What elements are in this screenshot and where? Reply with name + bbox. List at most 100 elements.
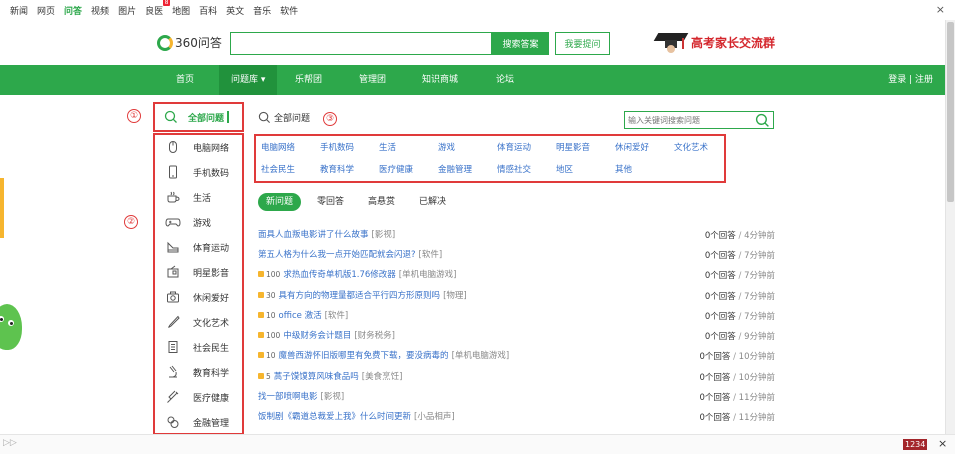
list-item[interactable]: 10 office 激活 [软件] 0个回答 / 7分钟前 [258, 307, 775, 323]
category-link[interactable]: 明星影音 [556, 141, 590, 153]
sidebar-item-education[interactable]: 教育科学 [165, 364, 229, 380]
sidebar-item-health[interactable]: 医疗健康 [165, 389, 229, 405]
category-link[interactable]: 社会民生 [261, 163, 295, 175]
tab-new-questions[interactable]: 新问题 [258, 193, 302, 211]
question-title[interactable]: 中级财务会计题目 [283, 329, 351, 341]
category-link[interactable]: 文化艺术 [674, 141, 708, 153]
logo[interactable]: 360问答 [157, 34, 222, 51]
tab-solved[interactable]: 已解决 [419, 193, 446, 211]
ask-question-button[interactable]: 我要提问 [555, 32, 610, 55]
category-link[interactable]: 其他 [615, 163, 632, 175]
list-item[interactable]: 30 具有方向的物理量都适合平行四方形原则吗 [物理] 0个回答 / 7分钟前 [258, 287, 775, 303]
sidebar-item-culture[interactable]: 文化艺术 [165, 314, 229, 330]
category-link[interactable]: 游戏 [438, 141, 455, 153]
sidebar-item-label: 教育科学 [193, 368, 230, 379]
keyword-search-input[interactable] [625, 112, 750, 128]
main-nav-help-team[interactable]: 乐帮团 [295, 65, 322, 95]
top-nav-item-software[interactable]: 软件 [280, 4, 298, 17]
question-title[interactable]: 找一部喷啊电影 [258, 390, 318, 402]
side-feedback-tab[interactable] [0, 178, 4, 238]
question-title[interactable]: 面具人血叛电影讲了什么故事 [258, 228, 369, 240]
category-link[interactable]: 手机数码 [320, 141, 354, 153]
top-nav-item-news[interactable]: 新闻 [10, 4, 28, 17]
login-register-link[interactable]: 登录 | 注册 [888, 65, 933, 95]
meta-separator: / [730, 352, 739, 362]
list-item[interactable]: 第五人格为什么我一点开始匹配就会闪退? [软件] 0个回答 / 7分钟前 [258, 246, 775, 262]
meta-separator: / [735, 251, 745, 261]
question-title[interactable]: 饭制剧《霸道总裁爱上我》什么时间更新 [258, 410, 411, 422]
search-input[interactable] [230, 32, 492, 55]
sidebar-item-stars[interactable]: 明星影音 [165, 264, 229, 280]
top-nav-item-map[interactable]: 地图 [172, 4, 190, 17]
main-nav-question-bank[interactable]: 问题库 ▾ [219, 65, 278, 95]
list-item[interactable]: 100 中级财务会计题目 [财务税务] 0个回答 / 9分钟前 [258, 327, 775, 343]
question-title[interactable]: 魔兽西游怀旧版哪里有免费下载，要没病毒的 [279, 349, 449, 361]
question-category[interactable]: [财务税务] [354, 329, 395, 341]
question-category[interactable]: [物理] [443, 289, 467, 301]
question-title[interactable]: 第五人格为什么我一点开始匹配就会闪退? [258, 248, 416, 260]
sidebar-item-computer[interactable]: 电脑网络 [165, 139, 229, 155]
cup-icon [165, 189, 181, 205]
close-icon[interactable]: × [938, 437, 947, 450]
top-nav-item-video[interactable]: 视频 [91, 4, 109, 17]
sidebar-item-hobbies[interactable]: 休闲爱好 [165, 289, 229, 305]
close-icon[interactable]: × [936, 3, 945, 16]
mascot-icon[interactable] [0, 304, 22, 350]
search-icon[interactable] [755, 113, 770, 128]
coin-icon [258, 352, 264, 358]
category-link[interactable]: 体育运动 [497, 141, 531, 153]
main-nav-knowledge-mall[interactable]: 知识商城 [422, 65, 458, 95]
list-item[interactable]: 10 魔兽西游怀旧版哪里有免费下载，要没病毒的 [单机电脑游戏] 0个回答 / … [258, 347, 775, 363]
top-nav-item-web[interactable]: 网页 [37, 4, 55, 17]
list-item[interactable]: 饭制剧《霸道总裁爱上我》什么时间更新 [小品相声] 0个回答 / 11分钟前 [258, 408, 775, 424]
question-category[interactable]: [软件] [419, 248, 443, 260]
category-link[interactable]: 教育科学 [320, 163, 354, 175]
sidebar-item-finance[interactable]: 金融管理 [165, 414, 229, 430]
question-category[interactable]: [美食烹饪] [362, 370, 403, 382]
question-title[interactable]: 蒿子馍馍算风味食品吗 [274, 370, 359, 382]
question-category[interactable]: [小品相声] [414, 410, 455, 422]
top-nav-item-qa[interactable]: 问答 [64, 4, 82, 17]
scrollbar-thumb[interactable] [947, 22, 954, 202]
sidebar-item-sports[interactable]: 体育运动 [165, 239, 229, 255]
question-title[interactable]: 求热血传奇单机版1.76修改器 [283, 268, 395, 280]
sidebar-item-all-questions[interactable]: 全部问题 [153, 102, 244, 132]
question-category[interactable]: [单机电脑游戏] [399, 268, 457, 280]
category-link[interactable]: 金融管理 [438, 163, 472, 175]
question-category[interactable]: [单机电脑游戏] [452, 349, 510, 361]
gamepad-icon [165, 214, 181, 230]
category-link[interactable]: 生活 [379, 141, 396, 153]
question-title[interactable]: office 激活 [279, 309, 322, 321]
question-title[interactable]: 具有方向的物理量都适合平行四方形原则吗 [279, 289, 441, 301]
promo-banner[interactable]: 高考家长交流群 [653, 30, 775, 54]
sidebar-item-life[interactable]: 生活 [165, 189, 211, 205]
question-category[interactable]: [软件] [325, 309, 349, 321]
main-nav-admin-team[interactable]: 管理团 [359, 65, 386, 95]
tab-zero-answers[interactable]: 零回答 [317, 193, 344, 211]
top-nav-item-english[interactable]: 英文 [226, 4, 244, 17]
top-nav-item-music[interactable]: 音乐 [253, 4, 271, 17]
main-nav-forum[interactable]: 论坛 [496, 65, 514, 95]
top-nav-item-baike[interactable]: 百科 [199, 4, 217, 17]
list-item[interactable]: 面具人血叛电影讲了什么故事 [影视] 0个回答 / 4分钟前 [258, 226, 775, 242]
list-item[interactable]: 100 求热血传奇单机版1.76修改器 [单机电脑游戏] 0个回答 / 7分钟前 [258, 266, 775, 282]
sidebar-item-society[interactable]: 社会民生 [165, 339, 229, 355]
category-link[interactable]: 地区 [556, 163, 573, 175]
main-nav-home[interactable]: 首页 [176, 65, 194, 95]
category-link[interactable]: 电脑网络 [261, 141, 295, 153]
top-nav-item-images[interactable]: 图片 [118, 4, 136, 17]
list-item[interactable]: 找一部喷啊电影 [影视] 0个回答 / 11分钟前 [258, 388, 775, 404]
sidebar-item-games[interactable]: 游戏 [165, 214, 211, 230]
page-scrollbar[interactable] [945, 20, 955, 434]
category-link[interactable]: 情感社交 [497, 163, 531, 175]
top-nav-item-doctor[interactable]: 良医 8 [145, 0, 171, 17]
category-link[interactable]: 医疗健康 [379, 163, 413, 175]
question-category[interactable]: [影视] [372, 228, 396, 240]
tab-high-reward[interactable]: 高悬赏 [368, 193, 395, 211]
list-item[interactable]: 5 蒿子馍馍算风味食品吗 [美食烹饪] 0个回答 / 10分钟前 [258, 368, 775, 384]
question-category[interactable]: [影视] [321, 390, 345, 402]
expand-arrows-icon[interactable]: ▷▷ [3, 438, 17, 448]
sidebar-item-mobile[interactable]: 手机数码 [165, 164, 229, 180]
category-link[interactable]: 休闲爱好 [615, 141, 649, 153]
search-answers-button[interactable]: 搜索答案 [492, 32, 549, 55]
